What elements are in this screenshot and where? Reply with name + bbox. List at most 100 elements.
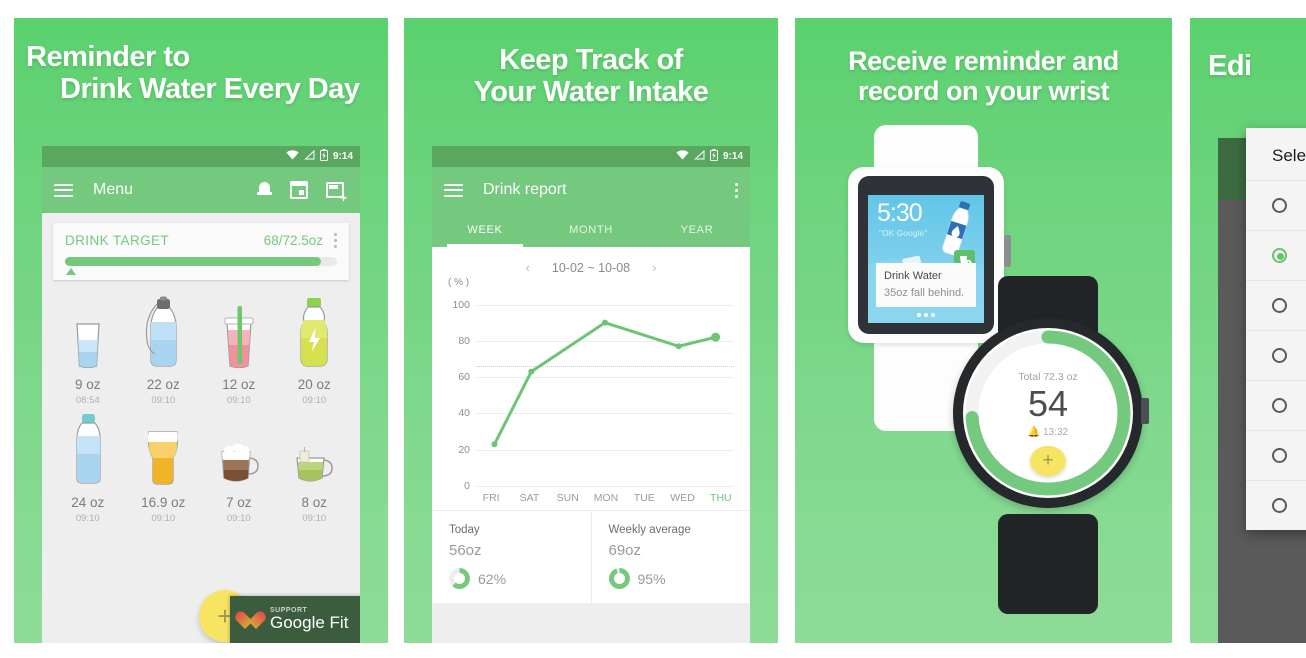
drink-amount: 22 oz <box>146 377 180 392</box>
round-watch-crown[interactable] <box>1141 398 1149 424</box>
drink-entry[interactable]: 8 oz 09:10 <box>277 406 353 524</box>
google-fit-name: Google Fit <box>270 613 349 632</box>
chart-x-tick: THU <box>710 492 732 504</box>
status-bar-time: 9:14 <box>722 151 743 162</box>
tab-year[interactable]: YEAR <box>644 213 750 247</box>
app-bar: Drink report <box>432 167 750 213</box>
panel1-headline: Reminder to Drink Water Every Day <box>14 18 388 106</box>
dialog-option-row[interactable] <box>1246 480 1306 530</box>
hamburger-menu-icon[interactable] <box>444 180 463 200</box>
dialog-option-row[interactable] <box>1246 430 1306 480</box>
energy-drink-icon <box>277 294 353 370</box>
chevron-right-icon[interactable]: › <box>652 260 656 275</box>
panel2-headline: Keep Track of Your Water Intake <box>404 18 778 109</box>
google-fit-heart-icon <box>240 610 262 630</box>
panel2-headline-line1: Keep Track of <box>499 44 683 76</box>
stat-today: Today 56oz 62% <box>432 511 591 603</box>
hamburger-menu-icon[interactable] <box>54 180 73 200</box>
chevron-left-icon[interactable]: ‹ <box>526 260 530 275</box>
chart-data-point <box>491 441 498 448</box>
water-bottle-illustration <box>942 201 971 256</box>
tea-cup-icon <box>277 412 353 488</box>
drink-amount: 8 oz <box>301 495 328 510</box>
report-tabs: WEEK MONTH YEAR <box>432 213 750 247</box>
week-range-nav: ‹ 10-02 ~ 10-08 › <box>442 257 740 277</box>
radio-button[interactable] <box>1272 398 1287 413</box>
smoothie-cup-icon <box>201 294 277 370</box>
summary-stats: Today 56oz 62% Weekly average 69oz 95% <box>432 510 750 603</box>
week-range-label: 10-02 ~ 10-08 <box>551 260 631 275</box>
status-bar: 9:14 <box>432 146 750 167</box>
bell-icon[interactable] <box>254 179 276 201</box>
signal-icon <box>304 149 315 163</box>
drink-amount: 20 oz <box>297 377 331 392</box>
drink-entry[interactable]: 24 oz 09:10 <box>50 406 126 524</box>
round-smartwatch: Total 72.3 oz 54 🔔 13:32 + <box>952 276 1162 616</box>
radio-button[interactable] <box>1272 498 1287 513</box>
tab-month-label: MONTH <box>569 224 613 236</box>
drink-entry[interactable]: 9 oz 08:54 <box>50 288 126 406</box>
round-watch-value: 54 <box>1027 383 1069 424</box>
drink-amount: 12 oz <box>222 377 256 392</box>
dialog-option-row[interactable] <box>1246 230 1306 280</box>
dialog-option-row[interactable] <box>1246 180 1306 230</box>
chart-x-tick: SUN <box>556 492 579 504</box>
drink-entry[interactable]: 20 oz 09:10 <box>277 288 353 406</box>
progress-ring-icon <box>449 568 470 589</box>
round-watch-face[interactable]: Total 72.3 oz 54 🔔 13:32 + <box>963 328 1133 498</box>
drink-entry[interactable]: 7 oz 09:10 <box>201 406 277 524</box>
panel1-headline-line1: Reminder to <box>26 41 190 73</box>
beer-glass-icon <box>126 412 202 488</box>
stat-weekly-title: Weekly average <box>608 524 691 536</box>
drink-target-progress <box>65 257 337 275</box>
promo-panel-edit: Edi Sele <box>1190 18 1306 643</box>
round-watch-total-label: Total 72.3 oz <box>1018 371 1078 383</box>
radio-button[interactable] <box>1272 298 1287 313</box>
round-watch-add-fab-label: + <box>1042 449 1054 471</box>
dialog-option-row[interactable] <box>1246 380 1306 430</box>
drink-time: 09:10 <box>75 513 100 524</box>
tab-month[interactable]: MONTH <box>538 213 644 247</box>
status-bar: 9:14 <box>42 146 360 167</box>
drink-entry[interactable]: 22 oz 09:10 <box>126 288 202 406</box>
select-dialog[interactable]: Sele <box>1246 128 1306 530</box>
drink-target-value: 68/72.5oz <box>263 233 323 248</box>
round-watch-alarm: 🔔 13:32 <box>1028 427 1068 438</box>
tab-week[interactable]: WEEK <box>432 213 538 247</box>
chart-x-tick: TUE <box>633 492 655 504</box>
radio-button[interactable] <box>1272 198 1287 213</box>
promo-panel-report: Keep Track of Your Water Intake 9:14 Dri… <box>404 18 778 643</box>
add-photo-icon[interactable] <box>326 179 348 204</box>
water-bottle-icon <box>50 412 126 488</box>
promo-screenshot-strip: Reminder to Drink Water Every Day 9:14 M… <box>0 0 1306 658</box>
stat-today-title: Today <box>449 524 480 536</box>
promo-panel-wearable: Receive reminder and record on your wris… <box>795 18 1172 643</box>
tab-week-label: WEEK <box>467 224 503 236</box>
weekly-chart-card: ‹ 10-02 ~ 10-08 › ( % ) 0 20 40 60 80 100 FRI… <box>432 247 750 510</box>
dialog-option-row[interactable] <box>1246 280 1306 330</box>
wifi-icon <box>676 150 689 163</box>
status-bar-time: 9:14 <box>332 151 353 162</box>
chart-series <box>491 319 721 448</box>
chart-y-unit-label: ( % ) <box>448 277 470 288</box>
phone-mock-main: 9:14 Menu DRINK TARGET 68/72.5oz <box>42 146 360 643</box>
drink-entry[interactable]: 12 oz 09:10 <box>201 288 277 406</box>
radio-button-selected[interactable] <box>1272 248 1287 263</box>
watch-crown[interactable] <box>1004 235 1011 267</box>
chart-x-tick: FRI <box>482 492 500 504</box>
radio-button[interactable] <box>1272 348 1287 363</box>
more-vertical-icon[interactable] <box>734 182 738 198</box>
chart-x-tick: MON <box>593 492 619 504</box>
round-watch-add-fab[interactable]: + <box>1030 445 1066 476</box>
radio-button[interactable] <box>1272 448 1287 463</box>
more-vertical-icon[interactable] <box>333 233 337 248</box>
drink-entry[interactable]: 16.9 oz 09:10 <box>126 406 202 524</box>
app-bar-title: Menu <box>93 181 134 198</box>
signal-icon <box>694 149 705 163</box>
chart-x-axis: FRI SAT SUN MON TUE WED THU <box>472 492 740 504</box>
app-bar-title: Drink report <box>483 181 567 198</box>
dialog-option-row[interactable] <box>1246 330 1306 380</box>
calendar-icon[interactable] <box>290 179 312 201</box>
drink-target-card[interactable]: DRINK TARGET 68/72.5oz <box>53 223 349 280</box>
stat-weekly-value: 69oz <box>608 542 642 559</box>
